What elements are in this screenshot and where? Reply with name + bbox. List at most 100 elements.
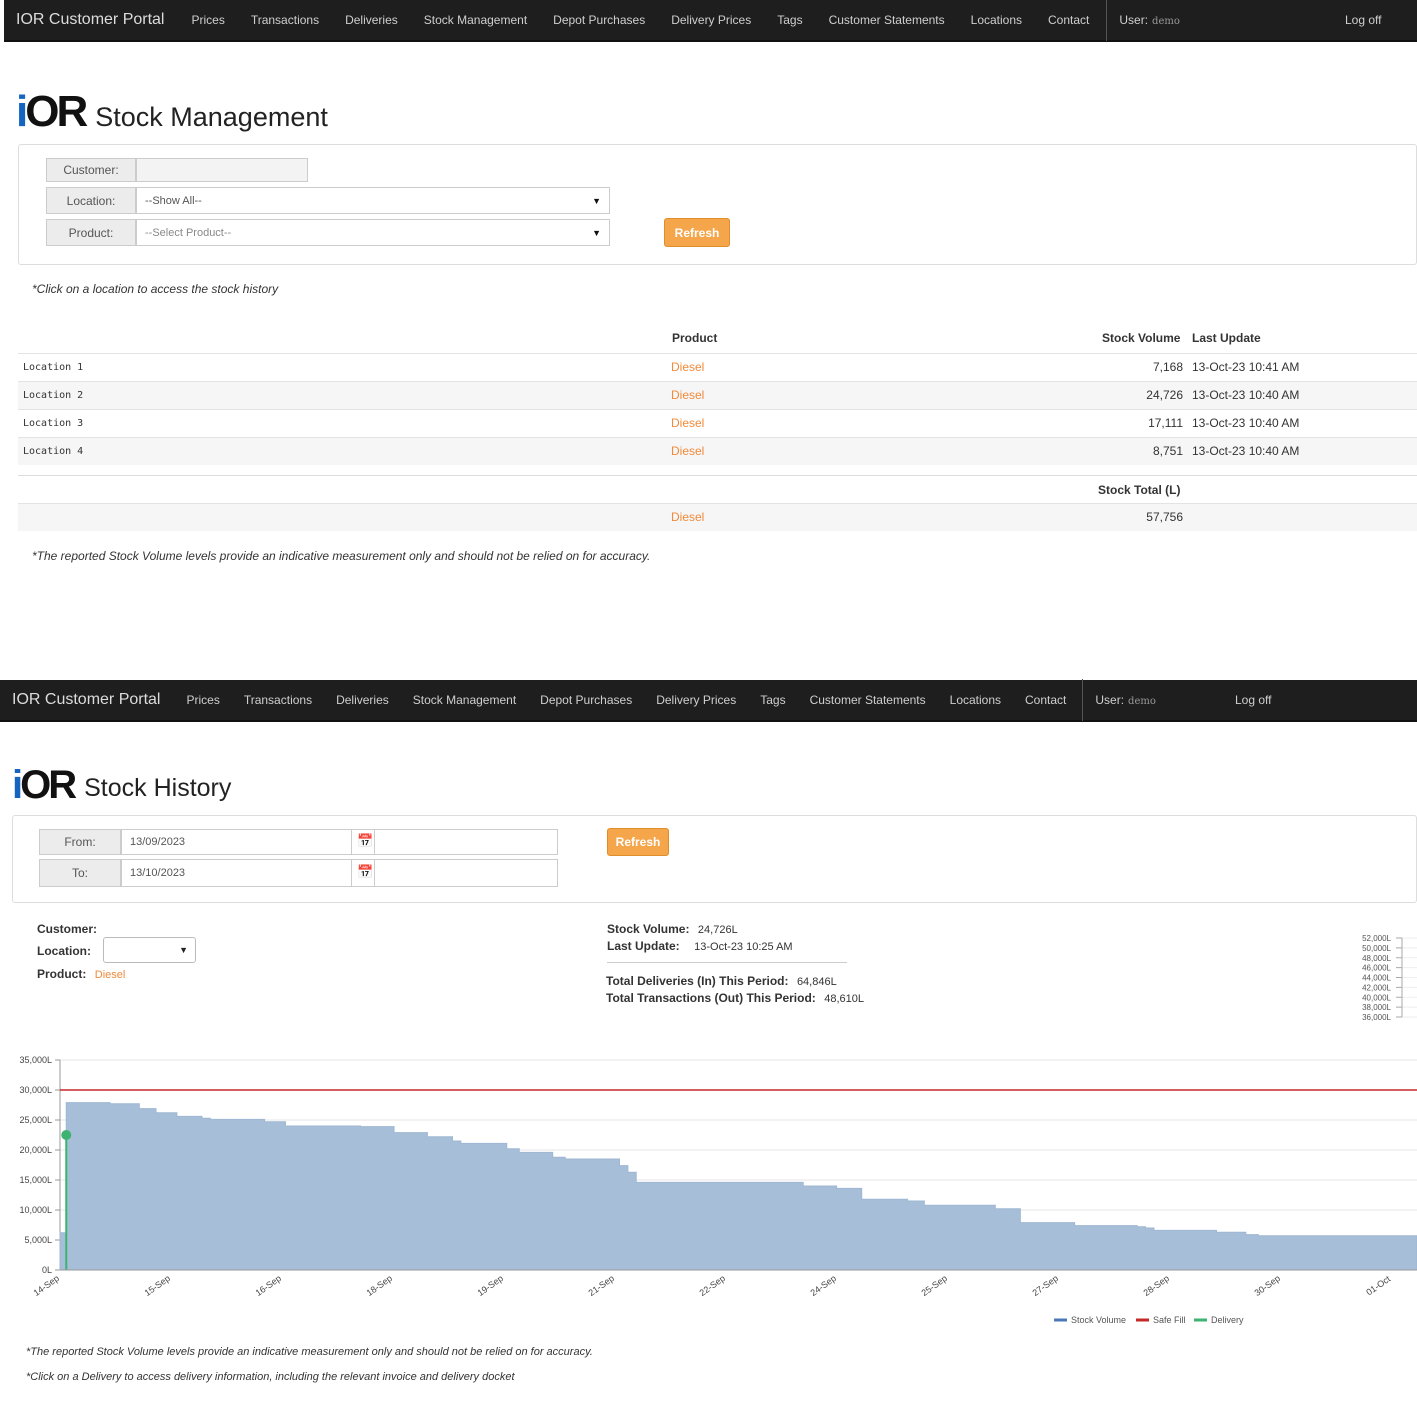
delivery-point xyxy=(61,1130,72,1140)
nav-locations[interactable]: Locations xyxy=(958,13,1035,27)
customer-input[interactable] xyxy=(136,158,308,182)
location-select[interactable]: --Show All-- ▼ xyxy=(136,187,610,214)
x-tick-label: 28-Sep xyxy=(1142,1273,1172,1298)
transactions-info: Total Transactions (Out) This Period: 48… xyxy=(606,991,865,1005)
nav-prices[interactable]: Prices xyxy=(174,693,231,707)
page-title: Stock Management xyxy=(95,102,328,132)
nav-brand[interactable]: IOR Customer Portal xyxy=(4,11,178,29)
to-calendar-button[interactable] xyxy=(351,859,375,887)
mini-y-tick-label: 46,000L xyxy=(1362,964,1391,973)
x-tick-label: 19-Sep xyxy=(476,1273,506,1298)
table-row[interactable]: Location 4 Diesel 8,751 13-Oct-23 10:40 … xyxy=(18,437,1417,465)
nav-prices[interactable]: Prices xyxy=(178,13,237,27)
row-product[interactable]: Diesel xyxy=(671,444,704,458)
table-row[interactable]: Location 2 Diesel 24,726 13-Oct-23 10:40… xyxy=(18,381,1417,409)
nav-contact[interactable]: Contact xyxy=(1013,693,1078,707)
top-navbar: IOR Customer Portal Prices Transactions … xyxy=(0,679,1417,722)
nav-deliveries[interactable]: Deliveries xyxy=(324,693,401,707)
total-product[interactable]: Diesel xyxy=(671,510,704,524)
nav-deliveries[interactable]: Deliveries xyxy=(332,13,411,27)
stock-history-panel: IOR Customer Portal Prices Transactions … xyxy=(0,679,1417,1417)
ior-logo: iOR xyxy=(12,763,77,807)
x-tick-label: 14-Sep xyxy=(32,1273,62,1298)
logoff-link[interactable]: Log off xyxy=(1345,13,1381,27)
user-name: demo xyxy=(1152,16,1180,27)
nav-tags[interactable]: Tags xyxy=(764,13,815,27)
nav-delivery-prices[interactable]: Delivery Prices xyxy=(658,13,764,27)
location-select[interactable]: ▼ xyxy=(103,937,196,963)
nav-stock-management[interactable]: Stock Management xyxy=(401,693,528,707)
chevron-down-icon: ▼ xyxy=(592,195,601,206)
nav-locations[interactable]: Locations xyxy=(938,693,1013,707)
row-location[interactable]: Location 3 xyxy=(23,418,83,429)
nav-brand[interactable]: IOR Customer Portal xyxy=(0,691,174,709)
mini-y-tick-label: 40,000L xyxy=(1362,993,1391,1002)
location-hint: *Click on a location to access the stock… xyxy=(32,282,279,296)
y-tick-label: 10,000L xyxy=(19,1205,52,1215)
col-stock-volume: Stock Volume xyxy=(1102,331,1181,345)
chevron-down-icon: ▼ xyxy=(179,945,188,955)
x-tick-label: 16-Sep xyxy=(254,1273,284,1298)
location-label: Location: xyxy=(37,944,91,958)
row-volume: 8,751 xyxy=(1152,444,1183,458)
table-row[interactable]: Location 3 Diesel 17,111 13-Oct-23 10:40… xyxy=(18,409,1417,437)
x-tick-label: 18-Sep xyxy=(365,1273,395,1298)
y-tick-label: 35,000L xyxy=(19,1055,52,1065)
refresh-button[interactable]: Refresh xyxy=(664,218,730,247)
mini-y-tick-label: 42,000L xyxy=(1362,983,1391,992)
x-tick-label: 22-Sep xyxy=(698,1273,728,1298)
filter-panel: Customer: Location: --Show All-- ▼ Produc… xyxy=(18,144,1417,265)
nav-transactions[interactable]: Transactions xyxy=(238,13,332,27)
customer-label: Customer: xyxy=(37,922,98,936)
stock-management-panel: IOR Customer Portal Prices Transactions … xyxy=(0,0,1417,592)
row-location[interactable]: Location 1 xyxy=(23,362,83,373)
product-select[interactable]: --Select Product-- ▼ xyxy=(136,219,610,246)
x-tick-label: 15-Sep xyxy=(143,1273,173,1298)
stock-total-label: Stock Total (L) xyxy=(1098,483,1181,497)
from-calendar-button[interactable] xyxy=(351,829,375,855)
logoff-link[interactable]: Log off xyxy=(1235,693,1271,707)
product-label: Product: xyxy=(37,967,87,981)
row-location[interactable]: Location 4 xyxy=(23,446,83,457)
nav-depot-purchases[interactable]: Depot Purchases xyxy=(540,13,658,27)
product-label: Product: xyxy=(46,219,136,246)
to-date-input[interactable]: 13/10/2023 xyxy=(121,859,558,887)
mini-chart: 52,000L50,000L48,000L46,000L44,000L42,00… xyxy=(1362,935,1417,1022)
mini-y-tick-label: 50,000L xyxy=(1362,944,1391,953)
total-volume: 57,756 xyxy=(1146,510,1183,524)
row-product[interactable]: Diesel xyxy=(671,360,704,374)
nav-customer-statements[interactable]: Customer Statements xyxy=(816,13,958,27)
nav-depot-purchases[interactable]: Depot Purchases xyxy=(528,693,644,707)
product-select-placeholder: --Select Product-- xyxy=(145,226,232,239)
row-product[interactable]: Diesel xyxy=(671,388,704,402)
nav-customer-statements[interactable]: Customer Statements xyxy=(798,693,938,707)
table-row[interactable]: Location 1 Diesel 7,168 13-Oct-23 10:41 … xyxy=(18,353,1417,381)
date-filter-panel: From: 13/09/2023 📅 To: 13/10/2023 📅 Refr… xyxy=(12,815,1417,903)
row-location[interactable]: Location 2 xyxy=(23,390,83,401)
legend-label: Stock Volume xyxy=(1071,1315,1126,1325)
row-update: 13-Oct-23 10:40 AM xyxy=(1192,416,1300,430)
location-select-value: --Show All-- xyxy=(145,194,202,207)
nav-transactions[interactable]: Transactions xyxy=(232,693,324,707)
refresh-button[interactable]: Refresh xyxy=(607,828,669,856)
page-header: iOR Stock History xyxy=(12,763,231,807)
x-tick-label: 25-Sep xyxy=(920,1273,950,1298)
col-last-update: Last Update xyxy=(1192,331,1261,345)
last-update-info: Last Update: 13-Oct-23 10:25 AM xyxy=(607,939,793,953)
x-tick-label: 30-Sep xyxy=(1253,1273,1283,1298)
x-tick-label: 01-Oct xyxy=(1364,1273,1392,1297)
info-divider xyxy=(607,962,847,963)
nav-contact[interactable]: Contact xyxy=(1035,13,1102,27)
row-product[interactable]: Diesel xyxy=(671,416,704,430)
nav-delivery-prices[interactable]: Delivery Prices xyxy=(644,693,748,707)
y-tick-label: 25,000L xyxy=(19,1115,52,1125)
mini-y-tick-label: 48,000L xyxy=(1362,954,1391,963)
from-date-input[interactable]: 13/09/2023 xyxy=(121,829,558,855)
y-tick-label: 5,000L xyxy=(24,1235,52,1245)
product-value[interactable]: Diesel xyxy=(95,969,126,981)
y-tick-label: 15,000L xyxy=(19,1175,52,1185)
nav-stock-management[interactable]: Stock Management xyxy=(411,13,540,27)
row-update: 13-Oct-23 10:40 AM xyxy=(1192,444,1300,458)
nav-tags[interactable]: Tags xyxy=(748,693,797,707)
user-name: demo xyxy=(1128,696,1156,707)
